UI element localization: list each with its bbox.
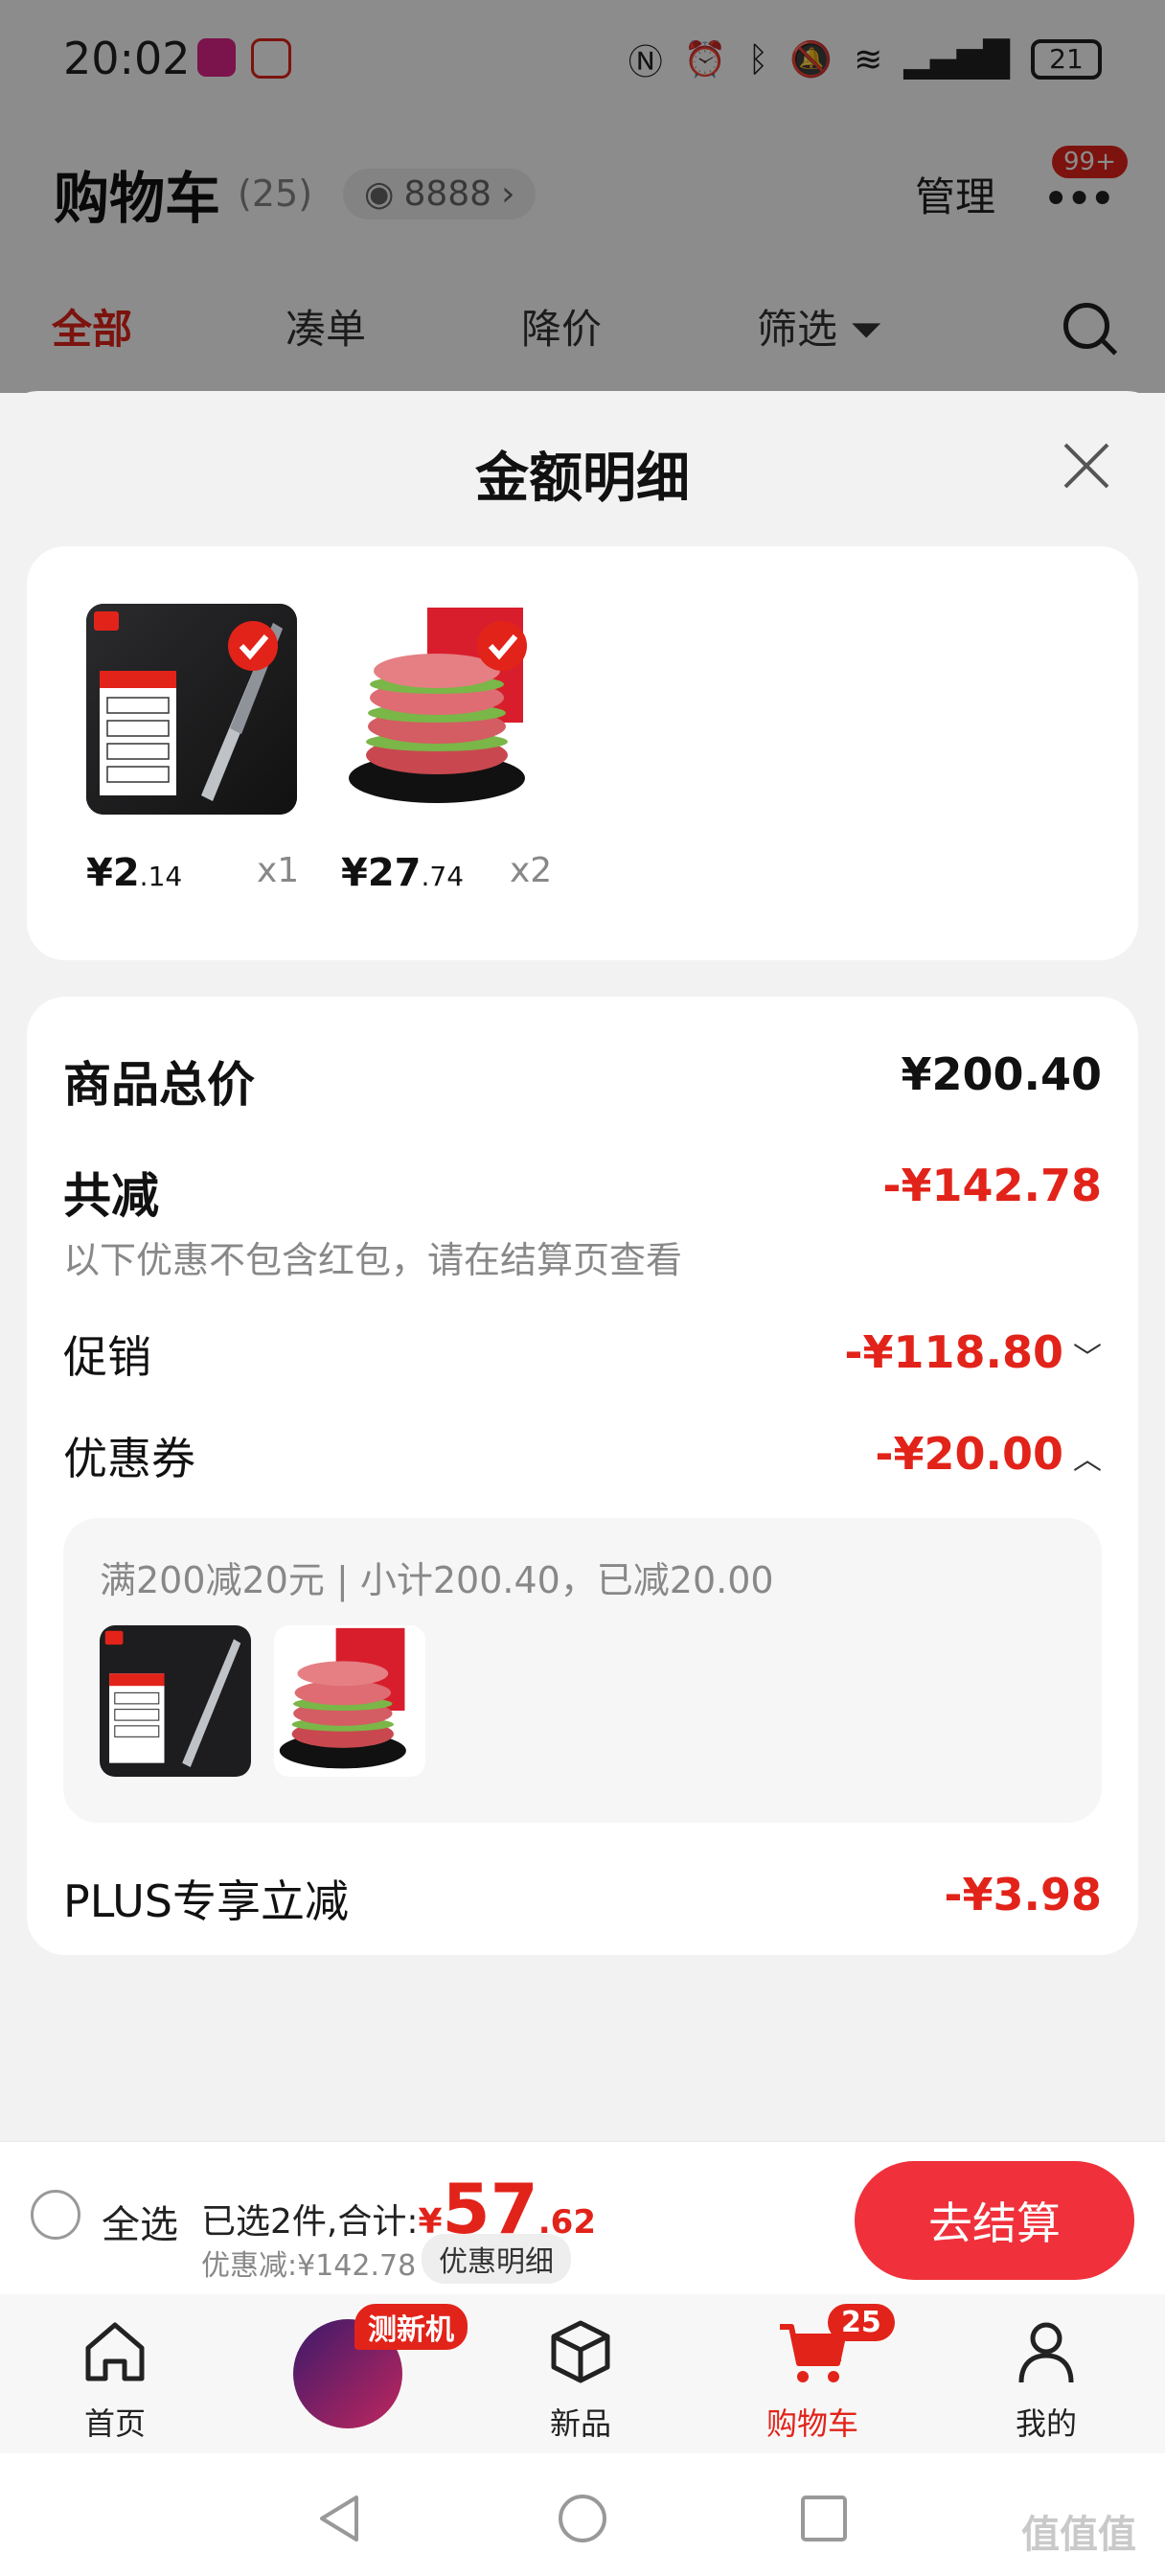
promo-tag: 测新机 xyxy=(354,2304,468,2350)
coupon-value: -¥20.00 xyxy=(875,1428,1063,1480)
coupon-label: 优惠券 xyxy=(63,1433,195,1484)
total-value: ¥200.40 xyxy=(901,1048,1102,1100)
home-icon xyxy=(85,2322,145,2381)
sheet-title: 金额明细 xyxy=(475,448,690,510)
tab-new[interactable]: 新品 xyxy=(504,2313,657,2444)
product-image-beef-patty[interactable] xyxy=(341,604,552,815)
product-price-2: ¥27.74 xyxy=(341,851,465,895)
product-qty-2: x2 xyxy=(510,851,553,890)
tab-new-label: 新品 xyxy=(549,2405,611,2442)
watermark-logo: 值值值 xyxy=(1021,2513,1136,2557)
coupon-detail-text: 满200减20元 | 小计200.40，已减20.00 xyxy=(100,1559,774,1601)
plus-label: PLUS专享立减 xyxy=(63,1875,349,1927)
coupon-detail-box: 满200减20元 | 小计200.40，已减20.00 xyxy=(63,1518,1102,1823)
summary-prefix: 已选2件,合计: xyxy=(201,2202,419,2242)
home-circle-icon[interactable] xyxy=(556,2492,609,2545)
checkout-bar: 全选 已选2件,合计: ¥ 57 .62 优惠减:¥142.78 优惠明细 去结… xyxy=(0,2141,1165,2294)
amount-breakdown-card: 商品总价 ¥200.40 共减 -¥142.78 以下优惠不包含红包，请在结算页… xyxy=(27,997,1138,1955)
coupon-product-image-cutter xyxy=(100,1625,251,1777)
tab-home-label: 首页 xyxy=(83,2405,146,2442)
promo-row-toggle[interactable]: -¥118.80 ﹀ xyxy=(844,1326,1102,1378)
tab-cart-label: 购物车 xyxy=(765,2405,858,2442)
amount-detail-sheet: 金额明细 ¥2.14 x1 ¥27.74 x2 商品总价 ¥200.40 共减 … xyxy=(0,391,1165,2141)
total-label: 商品总价 xyxy=(63,1057,255,1113)
tab-me-label: 我的 xyxy=(1015,2405,1077,2442)
product-image-cutter[interactable] xyxy=(86,604,297,815)
tab-me[interactable]: 我的 xyxy=(970,2313,1123,2444)
discount-detail-button[interactable]: 优惠明细 xyxy=(422,2234,571,2284)
system-nav-bar xyxy=(0,2453,1165,2576)
plus-value: -¥3.98 xyxy=(944,1869,1102,1920)
chevron-down-icon: ﹀ xyxy=(1073,1342,1102,1375)
discount-text: 优惠减:¥142.78 xyxy=(201,2249,417,2283)
tab-home[interactable]: 首页 xyxy=(38,2313,192,2444)
promo-label: 促销 xyxy=(63,1331,151,1383)
checkout-button[interactable]: 去结算 xyxy=(855,2161,1134,2280)
coupon-product-image-beef-patty xyxy=(274,1625,425,1777)
cart-badge: 25 xyxy=(828,2304,895,2341)
coupon-row-toggle[interactable]: -¥20.00 ︿ xyxy=(875,1428,1102,1480)
select-all-label[interactable]: 全选 xyxy=(102,2194,178,2249)
product-qty-1: x1 xyxy=(257,851,300,890)
chevron-up-icon: ︿ xyxy=(1073,1443,1102,1477)
bottom-tabbar: 首页 测新机 新品 购物车 25 我的 xyxy=(0,2294,1165,2453)
user-icon xyxy=(1018,2322,1074,2383)
overlay-dim[interactable] xyxy=(0,0,1165,393)
reduce-note: 以下优惠不包含红包，请在结算页查看 xyxy=(63,1239,683,1281)
close-icon[interactable] xyxy=(1062,441,1111,491)
product-price-1: ¥2.14 xyxy=(86,851,183,895)
promo-value: -¥118.80 xyxy=(844,1326,1063,1378)
box-icon xyxy=(551,2320,610,2383)
recents-icon[interactable] xyxy=(799,2494,849,2543)
products-card: ¥2.14 x1 ¥27.74 x2 xyxy=(27,546,1138,960)
reduce-label: 共减 xyxy=(63,1168,159,1224)
back-icon[interactable] xyxy=(316,2492,364,2545)
reduce-value: -¥142.78 xyxy=(882,1160,1102,1211)
select-all-checkbox[interactable] xyxy=(31,2190,80,2240)
